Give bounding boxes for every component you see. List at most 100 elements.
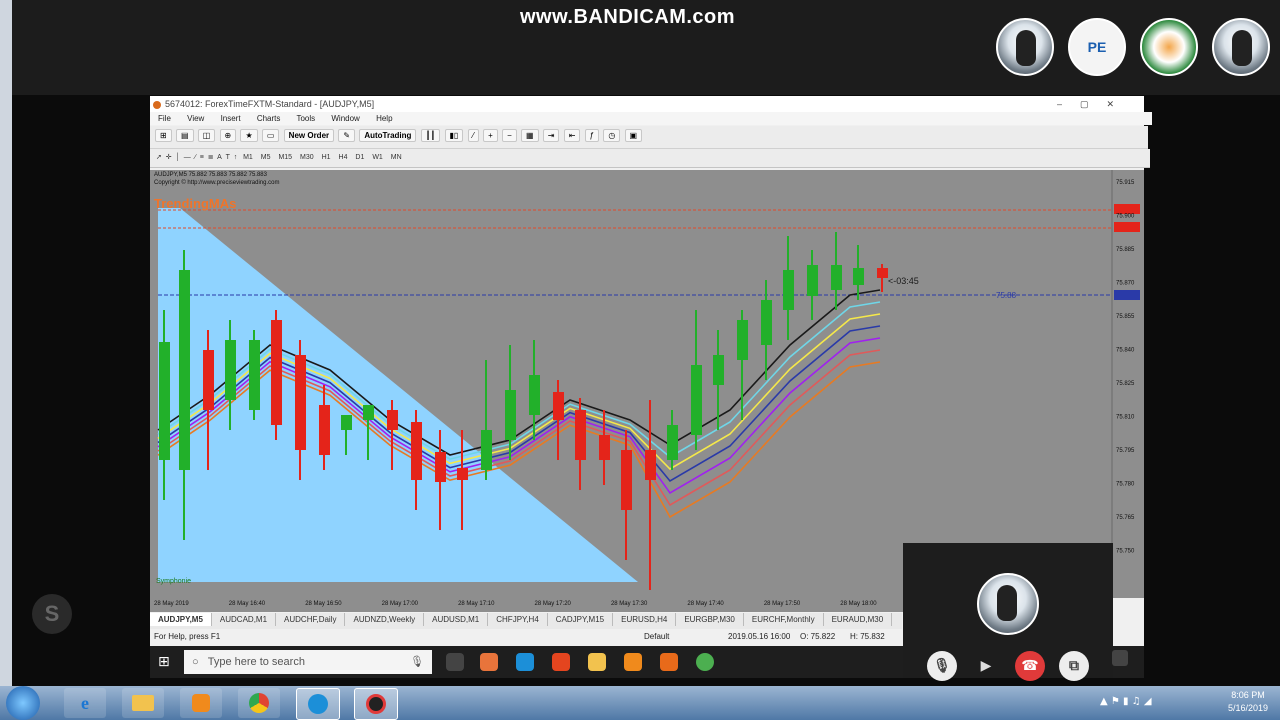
tf-m15[interactable]: M15 (278, 154, 292, 161)
bar-chart-button[interactable]: ┃┃ (420, 129, 441, 142)
participant-avatar[interactable] (1212, 18, 1270, 76)
label-icon[interactable]: T (226, 154, 230, 161)
navigator-button[interactable]: ★ (240, 129, 258, 142)
chart-shift-button[interactable]: ⇤ (563, 129, 581, 142)
chart-tab[interactable]: AUDJPY,M5 (150, 613, 212, 626)
channel-icon[interactable]: ≡ (200, 154, 204, 161)
menu-view[interactable]: View (187, 114, 204, 123)
share-icon[interactable]: ⧉ (1059, 651, 1089, 681)
terminal-button[interactable]: ▭ (261, 129, 280, 142)
indicators-button[interactable]: ƒ (584, 129, 600, 142)
tf-w1[interactable]: W1 (372, 154, 383, 161)
new-chart-button[interactable]: ⊞ (155, 129, 172, 142)
chart-tab[interactable]: EURCHF,Monthly (744, 613, 824, 626)
candle-chart-button[interactable]: ▮▯ (444, 129, 464, 142)
app-icon[interactable] (552, 653, 570, 671)
periods-button[interactable]: ◷ (603, 129, 621, 142)
windows-start-orb[interactable] (6, 686, 40, 720)
menu-tools[interactable]: Tools (296, 114, 315, 123)
chart-tab[interactable]: AUDCHF,Daily (276, 613, 346, 626)
price-tick-label: 75.780 (1116, 482, 1135, 488)
chrome-icon[interactable] (238, 688, 280, 718)
fibonacci-icon[interactable]: ≣ (208, 154, 214, 161)
cursor-icon[interactable]: ➚ (156, 154, 162, 161)
indicator-name: TrendingMAs (154, 196, 237, 211)
skype-logo-icon: S (32, 594, 72, 634)
app-icon[interactable] (480, 653, 498, 671)
chart-tab[interactable]: AUDNZD,Weekly (345, 613, 425, 626)
windows-start-icon[interactable]: ⊞ (158, 654, 170, 670)
bandicam-icon[interactable] (354, 688, 398, 720)
chart-tab[interactable]: EURAUD,M30 (824, 613, 893, 626)
chart-tab[interactable]: CADJPY,M15 (548, 613, 614, 626)
trendline-icon[interactable]: ∕ (195, 154, 196, 161)
metaeditor-button[interactable]: ✎ (338, 129, 356, 142)
candle-body (713, 355, 724, 385)
participant-avatar-initials[interactable]: PE (1068, 18, 1126, 76)
profiles-button[interactable]: ▤ (175, 129, 194, 142)
tf-m1[interactable]: M1 (243, 154, 253, 161)
new-order-button[interactable]: New Order (283, 129, 335, 142)
market-watch-button[interactable]: ◫ (197, 129, 216, 142)
status-open: O: 75.822 (800, 632, 836, 641)
auto-trading-button[interactable]: AutoTrading (359, 129, 417, 142)
folder-icon[interactable] (122, 688, 164, 718)
tray-icons[interactable]: ▲ ⚑ ▮ ♫ ◢ (1100, 696, 1152, 707)
skype-icon[interactable] (516, 653, 534, 671)
video-icon[interactable]: ▶ (971, 651, 1001, 681)
tf-m30[interactable]: M30 (300, 154, 314, 161)
tf-mn[interactable]: MN (391, 154, 402, 161)
chart-tab[interactable]: AUDCAD,M1 (212, 613, 277, 626)
firefox-icon[interactable] (660, 653, 678, 671)
chat-icon[interactable] (1112, 650, 1128, 666)
skype-taskbar-icon[interactable] (296, 688, 340, 720)
text-icon[interactable]: A (217, 154, 222, 161)
tile-windows-button[interactable]: ▦ (520, 129, 539, 142)
participant-avatar-flag[interactable] (1140, 18, 1198, 76)
tf-h4[interactable]: H4 (339, 154, 348, 161)
hangup-icon[interactable]: ☎ (1015, 651, 1045, 681)
chart-tab[interactable]: EURGBP,M30 (676, 613, 744, 626)
microphone-icon[interactable]: 🎙 (410, 650, 424, 674)
window-left-edge (0, 0, 12, 690)
participant-avatar[interactable] (996, 18, 1054, 76)
candle-body (667, 425, 678, 460)
menu-window[interactable]: Window (331, 114, 359, 123)
arrows-icon[interactable]: ↑ (234, 154, 238, 161)
media-player-icon[interactable] (180, 688, 222, 718)
chart-copyright: Copyright © http://www.preciseviewtradin… (154, 180, 280, 186)
autoscroll-button[interactable]: ⇥ (542, 129, 560, 142)
file-explorer-icon[interactable] (588, 653, 606, 671)
data-window-button[interactable]: ⊕ (219, 129, 237, 142)
tf-d1[interactable]: D1 (355, 154, 364, 161)
price-tick-label: 75.870 (1116, 281, 1135, 287)
line-chart-button[interactable]: ⁄ (467, 129, 479, 142)
tf-h1[interactable]: H1 (322, 154, 331, 161)
chrome-icon[interactable] (696, 653, 714, 671)
crosshair-icon[interactable]: ✛ (166, 154, 172, 161)
menu-help[interactable]: Help (376, 114, 392, 123)
candle-body (319, 405, 330, 455)
menu-insert[interactable]: Insert (221, 114, 241, 123)
vlc-icon[interactable] (624, 653, 642, 671)
tf-m5[interactable]: M5 (261, 154, 271, 161)
zoom-in-button[interactable]: + (483, 129, 498, 142)
zoom-out-button[interactable]: − (502, 129, 517, 142)
horizontal-line-icon[interactable]: — (184, 154, 191, 161)
task-view-icon[interactable] (446, 653, 464, 671)
chart-tab[interactable]: CHFJPY,H4 (488, 613, 548, 626)
menu-charts[interactable]: Charts (257, 114, 281, 123)
chart-tab[interactable]: EURUSD,H4 (613, 613, 677, 626)
templates-button[interactable]: ▣ (624, 129, 643, 142)
mic-icon[interactable]: 🎙 (927, 651, 957, 681)
candle-body (831, 265, 842, 290)
window-controls[interactable]: –▢✕ (1057, 96, 1132, 112)
chart-tab[interactable]: AUDUSD,M1 (424, 613, 489, 626)
menu-file[interactable]: File (158, 114, 171, 123)
internet-explorer-icon[interactable]: e (64, 688, 106, 718)
price-chart[interactable]: 75.915 75.900 75.885 75.870 75.855 75.840 75.8… (150, 170, 1144, 598)
system-clock[interactable]: 8:06 PM 5/16/2019 (1228, 689, 1268, 715)
taskbar-search-box[interactable]: ○ Type here to search 🎙 (184, 650, 432, 674)
candle-body (387, 410, 398, 430)
vertical-line-icon[interactable]: │ (176, 154, 180, 161)
